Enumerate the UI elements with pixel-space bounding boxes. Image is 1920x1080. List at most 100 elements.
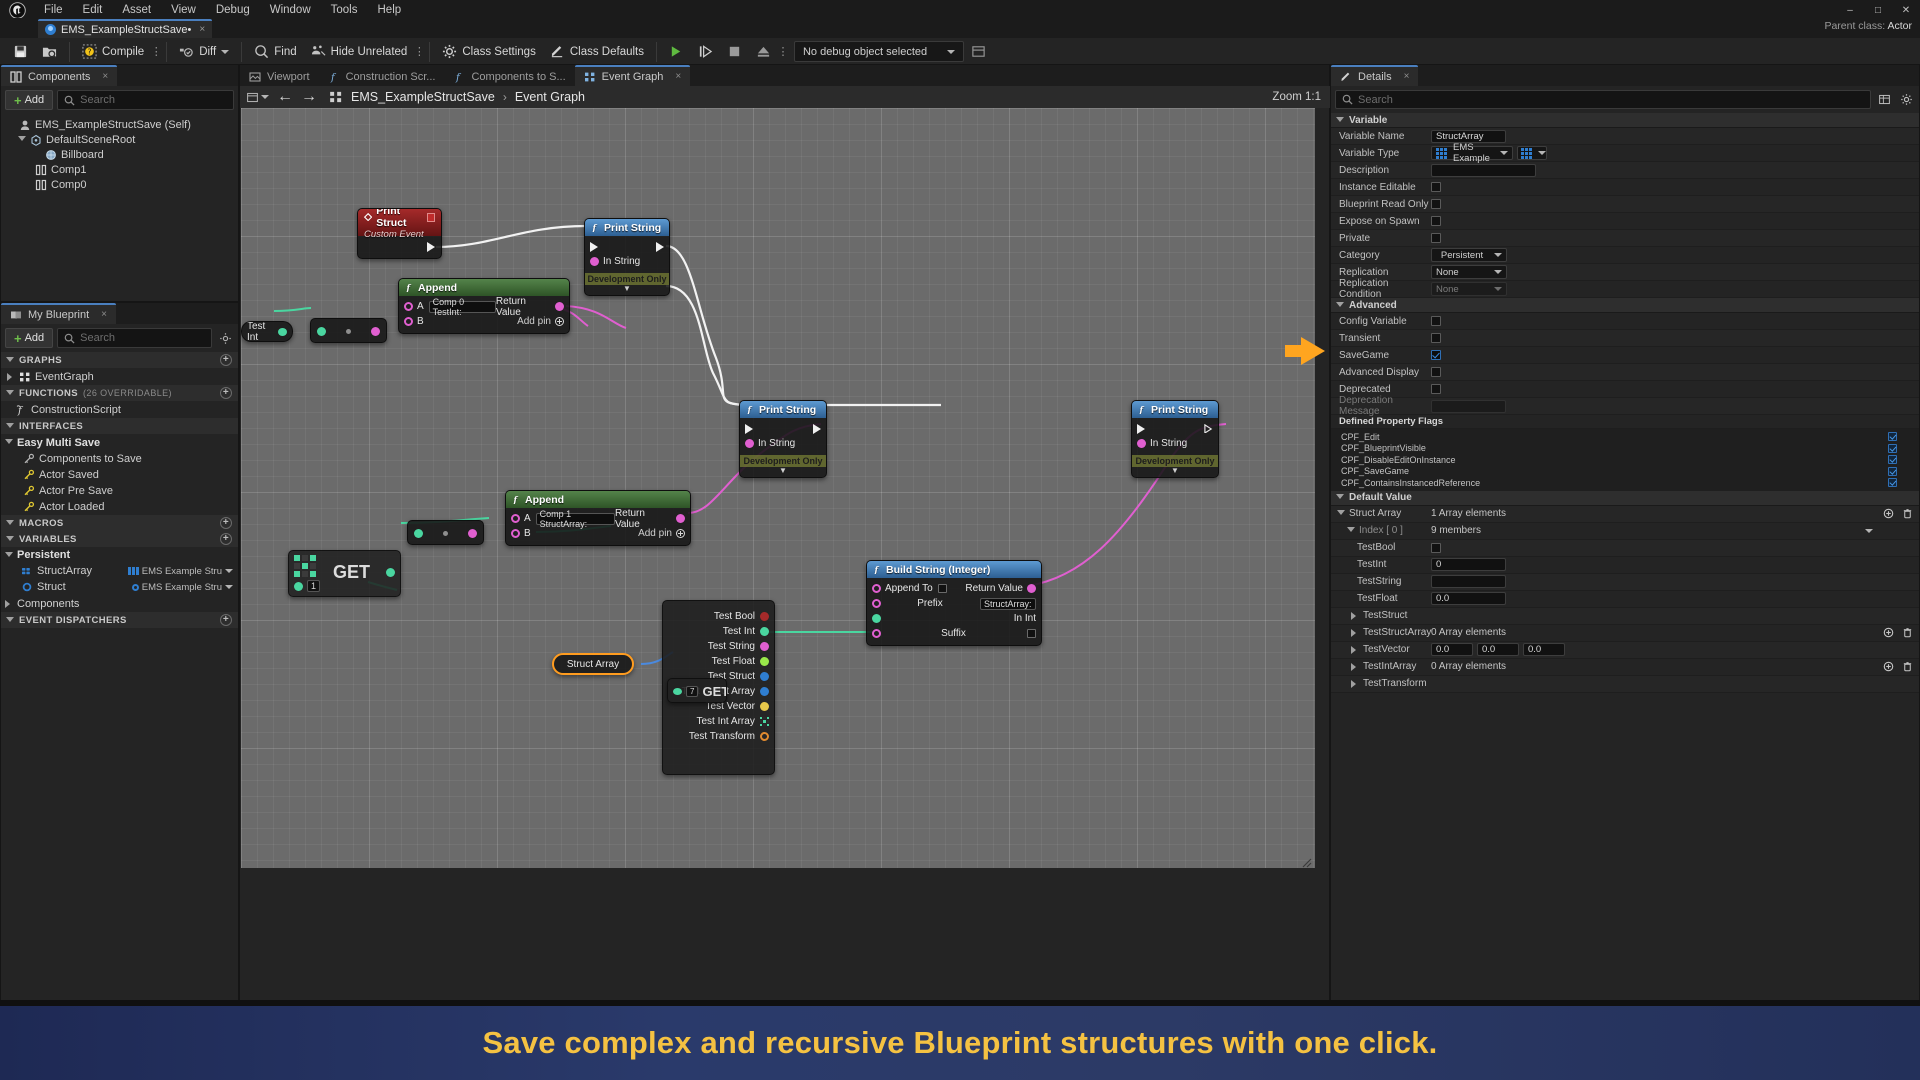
variable-name-field[interactable]: StructArray xyxy=(1431,129,1506,143)
struct-output-pin[interactable] xyxy=(760,672,769,681)
details-settings-button[interactable] xyxy=(1897,91,1915,109)
details-section-default-value[interactable]: Default Value xyxy=(1331,490,1919,506)
diff-button[interactable]: Diff xyxy=(172,40,236,64)
string-input-pin-b[interactable] xyxy=(511,529,520,538)
category-selector[interactable]: Persistent xyxy=(1431,248,1507,262)
teststring-field[interactable] xyxy=(1431,575,1506,588)
input-pin[interactable] xyxy=(317,327,326,336)
chevron-down-icon[interactable] xyxy=(1337,510,1345,518)
output-pin[interactable] xyxy=(371,327,380,336)
chevron-right-icon[interactable] xyxy=(1351,679,1359,688)
class-defaults-button[interactable]: Class Defaults xyxy=(543,40,651,64)
unreal-engine-logo-icon[interactable] xyxy=(0,0,34,20)
play-options-button[interactable]: ⋮ xyxy=(777,42,788,62)
play-button[interactable] xyxy=(662,40,691,64)
component-row-self[interactable]: EMS_ExampleStructSave (Self) xyxy=(1,117,238,132)
myblueprint-search-input[interactable]: Search xyxy=(57,328,212,348)
add-macro-icon[interactable]: + xyxy=(220,517,232,529)
section-graphs[interactable]: GRAPHS + xyxy=(1,352,238,368)
tab-components[interactable]: Components × xyxy=(1,65,118,86)
hide-unrelated-options-button[interactable]: ⋮ xyxy=(414,42,425,62)
event-graph-canvas[interactable]: Print Struct Custom Event f Print String xyxy=(241,108,1315,868)
class-settings-button[interactable]: Class Settings xyxy=(435,40,543,64)
string-output-pin[interactable] xyxy=(760,642,769,651)
exec-input-pin[interactable] xyxy=(745,423,753,434)
add-element-icon[interactable] xyxy=(1883,627,1894,638)
maximize-icon[interactable]: □ xyxy=(1864,0,1892,20)
forward-arrow-icon[interactable]: → xyxy=(301,88,317,106)
string-input-pin[interactable] xyxy=(872,599,881,608)
private-checkbox[interactable] xyxy=(1431,233,1441,243)
float-output-pin[interactable] xyxy=(760,657,769,666)
compile-options-button[interactable]: ⋮ xyxy=(151,42,162,62)
replication-condition-selector[interactable]: None xyxy=(1431,282,1507,296)
add-pin-icon[interactable] xyxy=(676,529,685,538)
add-element-icon[interactable] xyxy=(1883,661,1894,672)
tab-my-blueprint[interactable]: My Blueprint × xyxy=(1,303,116,324)
exec-output-pin[interactable] xyxy=(813,423,821,434)
back-arrow-icon[interactable]: ← xyxy=(277,88,293,106)
add-variable-icon[interactable]: + xyxy=(220,533,232,545)
blueprint-read-only-checkbox[interactable] xyxy=(1431,199,1441,209)
testbool-checkbox[interactable] xyxy=(1431,542,1441,553)
tab-my-blueprint-close-icon[interactable]: × xyxy=(101,309,107,320)
minimize-icon[interactable]: – xyxy=(1836,0,1864,20)
node-print-struct-event[interactable]: Print Struct Custom Event xyxy=(357,208,442,259)
node-print-string-3[interactable]: f Print String In String Development Onl… xyxy=(1131,400,1219,478)
index-value[interactable]: 1 xyxy=(307,580,321,592)
graph-home-icon[interactable] xyxy=(329,90,343,104)
node-expander-icon[interactable]: ▼ xyxy=(585,285,669,295)
add-blueprint-item-button[interactable]: + Add xyxy=(5,328,54,348)
expose-on-spawn-checkbox[interactable] xyxy=(1431,216,1441,226)
exec-output-pin[interactable] xyxy=(1204,423,1213,434)
compile-button[interactable]: ? Compile xyxy=(75,40,151,64)
tab-components-close-icon[interactable]: × xyxy=(102,71,108,82)
step-button[interactable] xyxy=(691,40,720,64)
debug-object-selector[interactable]: No debug object selected xyxy=(793,41,965,62)
menu-file[interactable]: File xyxy=(34,2,73,18)
node-test-int-variable[interactable]: Test Int xyxy=(241,321,293,342)
array-input-pin[interactable] xyxy=(294,582,303,591)
menu-view[interactable]: View xyxy=(161,2,206,18)
int-input-pin[interactable] xyxy=(872,614,881,623)
suffix-value-field[interactable] xyxy=(1027,629,1036,638)
myblueprint-settings-button[interactable] xyxy=(216,329,234,347)
testint-field[interactable]: 0 xyxy=(1431,558,1506,571)
chevron-down-icon[interactable] xyxy=(225,585,233,589)
breadcrumb-graph[interactable]: Event Graph xyxy=(515,90,585,104)
interface-item-components-to-save[interactable]: Components to Save xyxy=(1,451,238,467)
menu-asset[interactable]: Asset xyxy=(112,2,161,18)
menu-edit[interactable]: Edit xyxy=(73,2,113,18)
node-build-string-integer[interactable]: f Build String (Integer) Append To Retur… xyxy=(866,560,1042,646)
testfloat-field[interactable]: 0.0 xyxy=(1431,592,1506,605)
node-append-2[interactable]: f Append A Comp 1 StructArray: Return Va… xyxy=(505,490,691,546)
chevron-down-icon[interactable] xyxy=(18,136,26,144)
section-variables[interactable]: VARIABLES + xyxy=(1,531,238,547)
advanced-display-checkbox[interactable] xyxy=(1431,367,1441,377)
tab-event-graph[interactable]: Event Graph × xyxy=(574,65,691,86)
input-pin[interactable] xyxy=(414,529,423,538)
deprecated-checkbox[interactable] xyxy=(1431,384,1441,394)
variable-group-persistent[interactable]: Persistent xyxy=(1,547,238,563)
tab-details[interactable]: Details × xyxy=(1331,65,1419,86)
chevron-down-icon[interactable] xyxy=(5,439,13,447)
instance-editable-checkbox[interactable] xyxy=(1431,182,1441,192)
chevron-right-icon[interactable] xyxy=(1351,628,1359,637)
tab-viewport[interactable]: Viewport xyxy=(240,65,319,86)
delete-all-icon[interactable] xyxy=(1902,661,1913,672)
node-print-string-1[interactable]: f Print String In String Development Onl… xyxy=(584,218,670,296)
breadcrumb-asset[interactable]: EMS_ExampleStructSave xyxy=(351,90,495,104)
add-element-icon[interactable] xyxy=(1883,508,1894,519)
chevron-down-icon[interactable] xyxy=(225,569,233,573)
delete-all-icon[interactable] xyxy=(1902,627,1913,638)
node-reroute-2[interactable] xyxy=(407,520,484,545)
eject-button[interactable] xyxy=(749,40,778,64)
variable-item-struct[interactable]: Struct EMS Example Stru xyxy=(1,579,238,595)
variable-group-components[interactable]: Components xyxy=(1,595,238,612)
savegame-checkbox[interactable] xyxy=(1431,350,1441,360)
variable-container-selector[interactable] xyxy=(1517,146,1547,160)
string-input-pin[interactable] xyxy=(872,629,881,638)
node-expander-icon[interactable]: ▼ xyxy=(740,467,826,477)
chevron-right-icon[interactable] xyxy=(1351,662,1359,671)
string-input-pin-a[interactable] xyxy=(404,302,413,311)
